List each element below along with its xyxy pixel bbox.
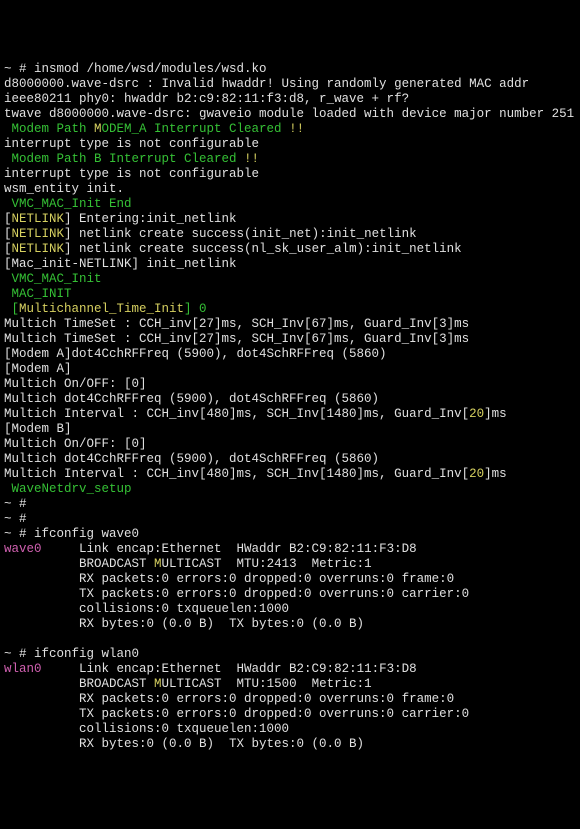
line: Modem Path MODEM_A Interrupt Cleared !! <box>4 122 304 136</box>
line: interrupt type is not configurable <box>4 167 259 181</box>
iface-line: collisions:0 txqueuelen:1000 <box>4 722 289 736</box>
prompt: ~ # <box>4 497 27 511</box>
line: [NETLINK] netlink create success(init_ne… <box>4 227 417 241</box>
line: interrupt type is not configurable <box>4 137 259 151</box>
line: [NETLINK] netlink create success(nl_sk_u… <box>4 242 462 256</box>
line: d8000000.wave-dsrc : Invalid hwaddr! Usi… <box>4 77 529 91</box>
iface-line: RX bytes:0 (0.0 B) TX bytes:0 (0.0 B) <box>4 737 364 751</box>
iface-name: wave0 <box>4 542 42 556</box>
iface-line: wlan0 Link encap:Ethernet HWaddr B2:C9:8… <box>4 662 417 676</box>
line: Multich On/OFF: [0] <box>4 377 147 391</box>
line: Multich dot4CchRFFreq (5900), dot4SchRFF… <box>4 392 379 406</box>
iface-line: TX packets:0 errors:0 dropped:0 overruns… <box>4 587 469 601</box>
iface-line: RX packets:0 errors:0 dropped:0 overruns… <box>4 572 454 586</box>
line: VMC_MAC_Init End <box>4 197 132 211</box>
line: [Multichannel_Time_Init] 0 <box>4 302 207 316</box>
iface-line: BROADCAST MULTICAST MTU:1500 Metric:1 <box>4 677 372 691</box>
line: ~ # insmod /home/wsd/modules/wsd.ko <box>4 62 267 76</box>
iface-name: wlan0 <box>4 662 42 676</box>
line: Multich TimeSet : CCH_inv[27]ms, SCH_Inv… <box>4 317 469 331</box>
line: Multich dot4CchRFFreq (5900), dot4SchRFF… <box>4 452 379 466</box>
iface-line: TX packets:0 errors:0 dropped:0 overruns… <box>4 707 469 721</box>
line: Multich Interval : CCH_inv[480]ms, SCH_I… <box>4 407 507 421</box>
prompt: ~ # <box>4 512 27 526</box>
iface-line: collisions:0 txqueuelen:1000 <box>4 602 289 616</box>
iface-line: wave0 Link encap:Ethernet HWaddr B2:C9:8… <box>4 542 417 556</box>
command-line: ~ # ifconfig wlan0 <box>4 647 139 661</box>
command-line: ~ # ifconfig wave0 <box>4 527 139 541</box>
line: Modem Path B Interrupt Cleared !! <box>4 152 259 166</box>
line: twave d8000000.wave-dsrc: gwaveio module… <box>4 107 574 121</box>
line: wsm_entity init. <box>4 182 124 196</box>
line: [Mac_init-NETLINK] init_netlink <box>4 257 237 271</box>
line: [Modem A]dot4CchRFFreq (5900), dot4SchRF… <box>4 347 387 361</box>
line: Multich Interval : CCH_inv[480]ms, SCH_I… <box>4 467 507 481</box>
line: [Modem A] <box>4 362 72 376</box>
terminal-output[interactable]: ~ # insmod /home/wsd/modules/wsd.ko d800… <box>4 62 576 752</box>
line: MAC_INIT <box>4 287 72 301</box>
line: VMC_MAC_Init <box>4 272 102 286</box>
line: [Modem B] <box>4 422 72 436</box>
iface-line: RX bytes:0 (0.0 B) TX bytes:0 (0.0 B) <box>4 617 364 631</box>
line: Multich TimeSet : CCH_inv[27]ms, SCH_Inv… <box>4 332 469 346</box>
line: ieee80211 phy0: hwaddr b2:c9:82:11:f3:d8… <box>4 92 409 106</box>
line: [NETLINK] Entering:init_netlink <box>4 212 237 226</box>
iface-line: BROADCAST MULTICAST MTU:2413 Metric:1 <box>4 557 372 571</box>
line: Multich On/OFF: [0] <box>4 437 147 451</box>
iface-line: RX packets:0 errors:0 dropped:0 overruns… <box>4 692 454 706</box>
line: WaveNetdrv_setup <box>4 482 132 496</box>
